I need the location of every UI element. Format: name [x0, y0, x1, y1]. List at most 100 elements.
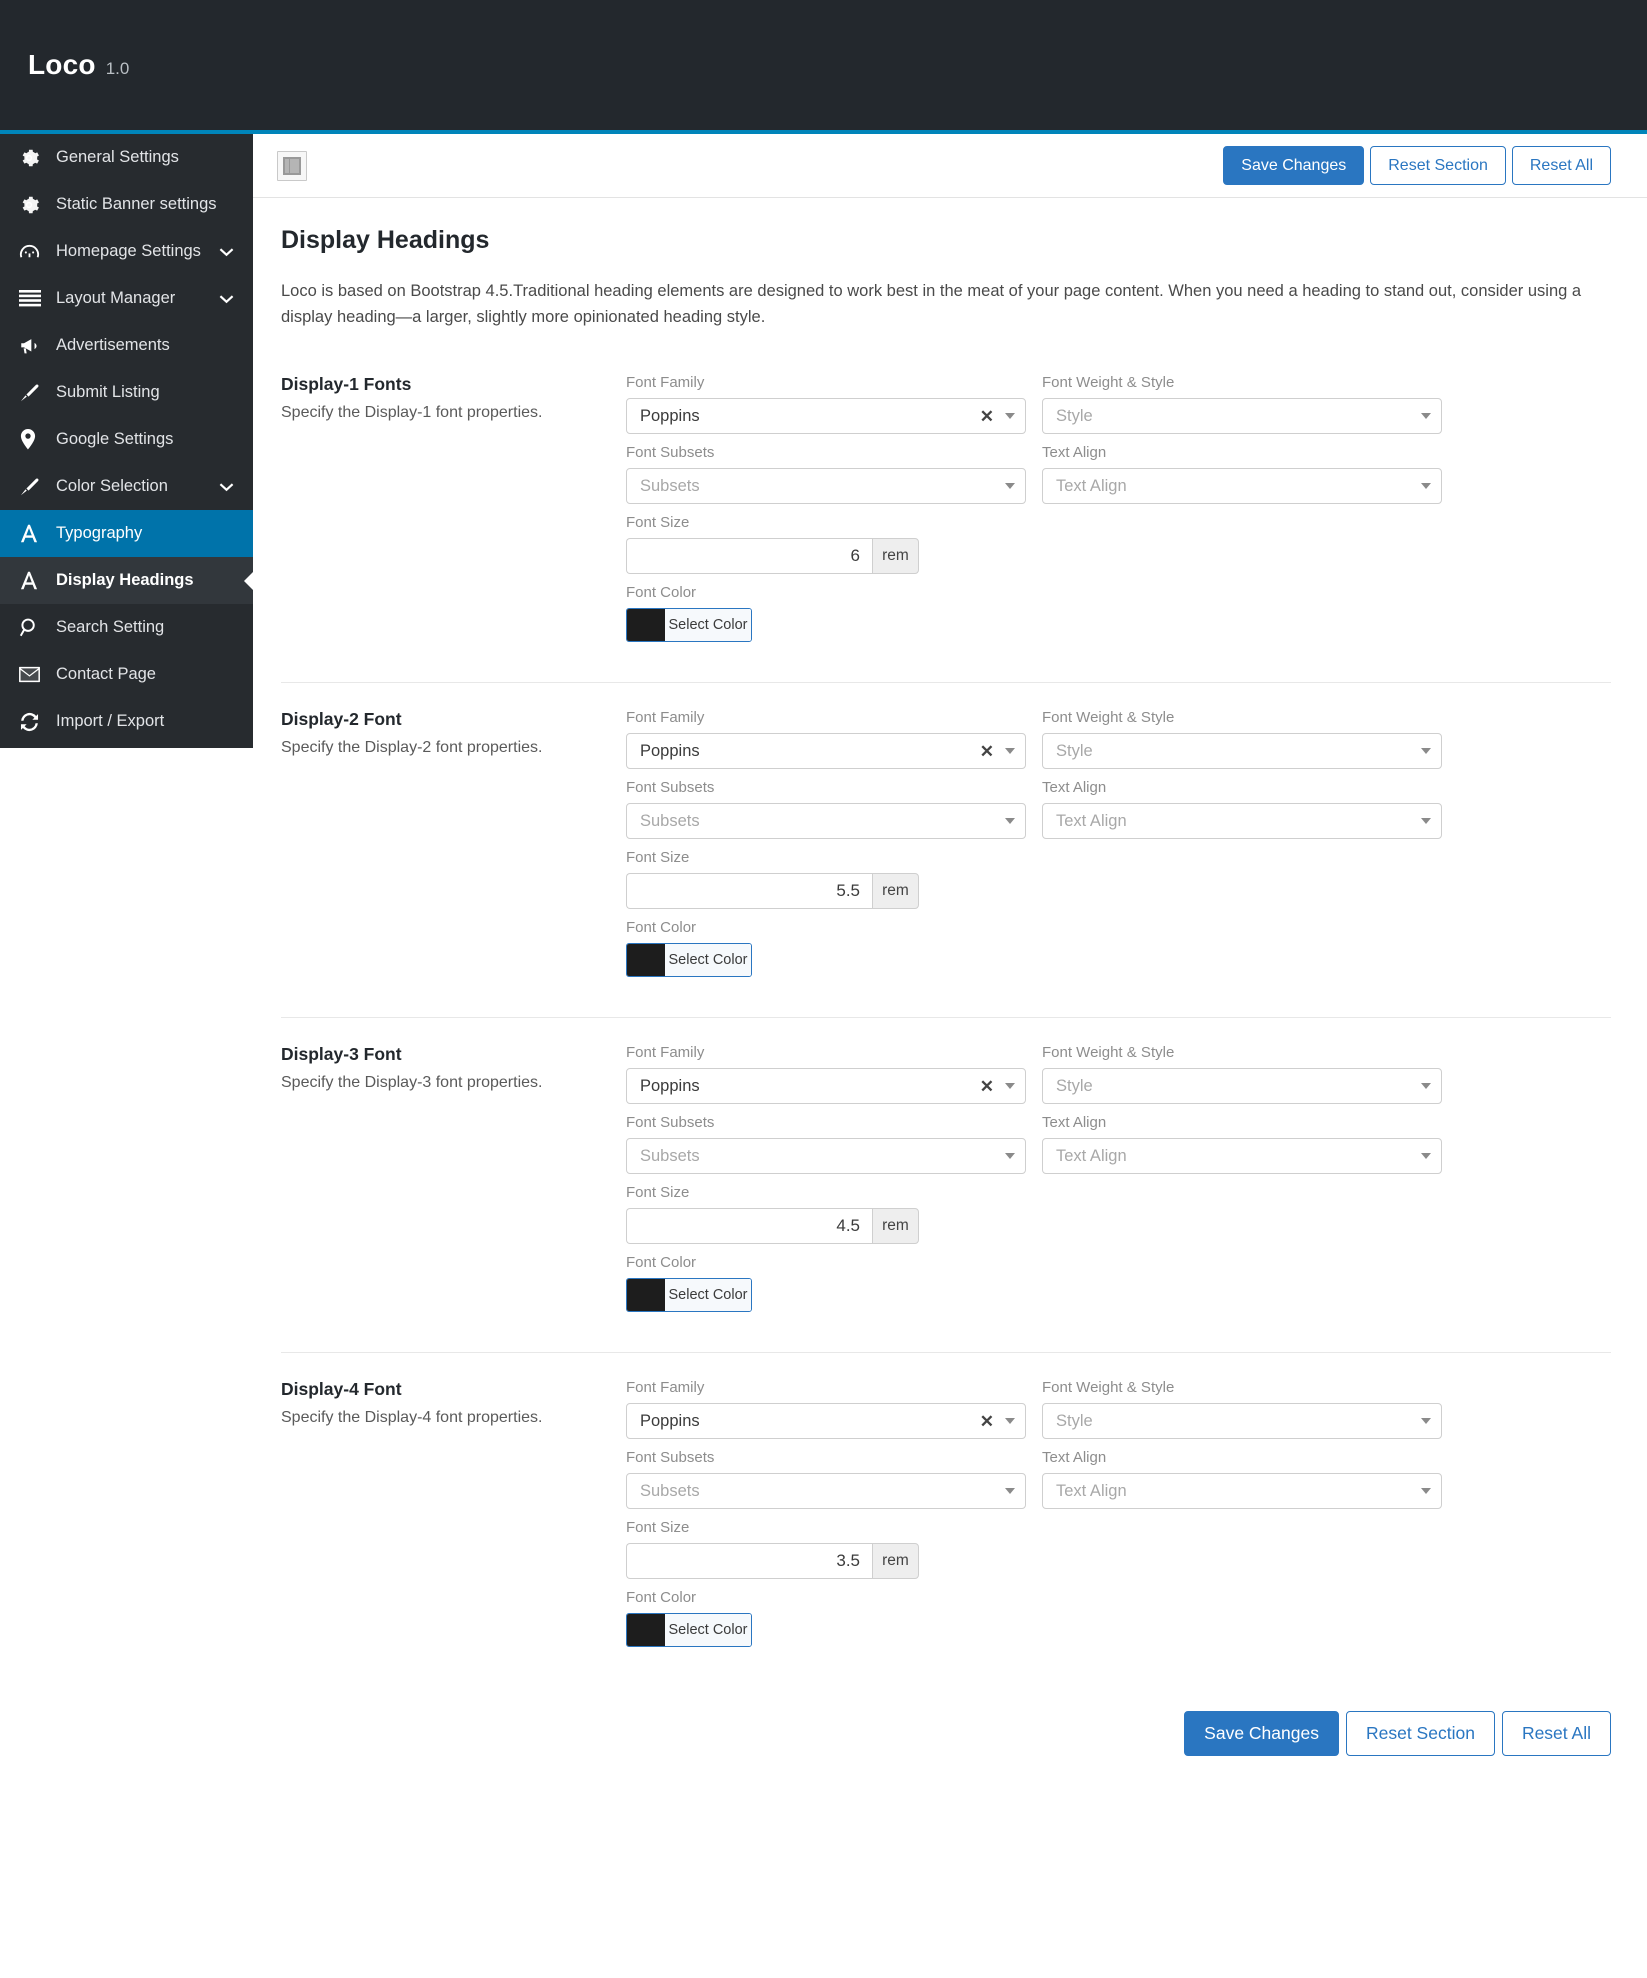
clear-selection-icon[interactable]: ✕: [980, 408, 994, 425]
toolbar-buttons-top: Save Changes Reset Section Reset All: [1223, 145, 1611, 186]
sidebar-item-layout-manager[interactable]: Layout Manager: [0, 275, 253, 322]
section-left-column: Font Family Poppins ✕ Font Subsets Subsets Fo…: [626, 374, 1026, 652]
font-weight-style-label: Font Weight & Style: [1042, 1044, 1175, 1062]
chevron-down-icon: [1005, 413, 1015, 420]
font-color-field: Font Color Select Color: [626, 584, 1026, 643]
refresh-icon: [18, 711, 56, 733]
sidebar-item-color-selection[interactable]: Color Selection: [0, 463, 253, 510]
font-color-label: Font Color: [626, 584, 697, 602]
font-weight-style-select[interactable]: Style: [1042, 1403, 1442, 1440]
settings-section: Display-2 Font Specify the Display-2 font…: [281, 682, 1611, 1017]
font-family-label: Font Family: [626, 1379, 705, 1397]
sidebar-item-search-setting[interactable]: Search Setting: [0, 604, 253, 651]
section-title: Display-1 Fonts: [281, 374, 412, 395]
section-fields: Font Family Poppins ✕ Font Subsets Subsets Fo…: [626, 709, 1611, 987]
font-family-select-value: Poppins: [640, 406, 700, 425]
sidebar-item-google-settings[interactable]: Google Settings: [0, 416, 253, 463]
color-swatch[interactable]: [627, 609, 665, 642]
text-align-select[interactable]: Text Align: [1042, 1138, 1442, 1175]
font-color-picker[interactable]: Select Color: [626, 943, 752, 978]
select-color-button[interactable]: Select Color: [665, 1614, 751, 1647]
select-color-button[interactable]: Select Color: [665, 609, 751, 642]
font-subsets-select[interactable]: Subsets: [626, 803, 1026, 840]
sidebar-item-label: Advertisements: [56, 336, 170, 354]
font-size-label: Font Size: [626, 1184, 690, 1202]
sidebar-item-static-banner-settings[interactable]: Static Banner settings: [0, 181, 253, 228]
clear-selection-icon[interactable]: ✕: [980, 1413, 994, 1430]
font-subsets-select-value: Subsets: [640, 1481, 700, 1500]
font-size-label: Font Size: [626, 849, 690, 867]
text-align-field: Text Align Text Align: [1042, 779, 1442, 840]
color-swatch[interactable]: [627, 944, 665, 977]
font-size-field: Font Size rem: [626, 849, 1026, 910]
font-weight-style-select[interactable]: Style: [1042, 733, 1442, 770]
text-align-select[interactable]: Text Align: [1042, 803, 1442, 840]
sidebar-item-import-export[interactable]: Import / Export: [0, 698, 253, 745]
save-changes-button-bottom[interactable]: Save Changes: [1184, 1711, 1339, 1757]
font-family-select[interactable]: Poppins ✕: [626, 733, 1026, 770]
font-color-label: Font Color: [626, 919, 697, 937]
sidebar-item-submit-listing[interactable]: Submit Listing: [0, 369, 253, 416]
chevron-down-icon: [1421, 483, 1431, 490]
text-align-select[interactable]: Text Align: [1042, 468, 1442, 505]
font-weight-style-select[interactable]: Style: [1042, 398, 1442, 435]
font-size-field: Font Size rem: [626, 1184, 1026, 1245]
save-changes-button-top[interactable]: Save Changes: [1223, 145, 1365, 186]
font-family-select[interactable]: Poppins ✕: [626, 1403, 1026, 1440]
font-size-input[interactable]: [626, 1208, 872, 1245]
chevron-down-icon[interactable]: [217, 247, 235, 257]
color-swatch[interactable]: [627, 1279, 665, 1312]
sidebar-item-homepage-settings[interactable]: Homepage Settings: [0, 228, 253, 275]
font-subsets-select[interactable]: Subsets: [626, 1138, 1026, 1175]
brand-version: 1.0: [105, 59, 130, 78]
clear-selection-icon[interactable]: ✕: [980, 743, 994, 760]
reset-all-button-bottom[interactable]: Reset All: [1501, 1711, 1611, 1757]
reset-section-button-top[interactable]: Reset Section: [1370, 145, 1506, 186]
section-right-column: Font Weight & Style Style Text Align Text A…: [1042, 709, 1442, 987]
font-family-field: Font Family Poppins ✕: [626, 709, 1026, 770]
select-color-button[interactable]: Select Color: [665, 944, 751, 977]
gear-icon: [18, 194, 56, 216]
font-subsets-select[interactable]: Subsets: [626, 1473, 1026, 1510]
chevron-down-icon: [1421, 1153, 1431, 1160]
font-family-select[interactable]: Poppins ✕: [626, 1068, 1026, 1105]
sidebar-item-advertisements[interactable]: Advertisements: [0, 322, 253, 369]
text-align-select-value: Text Align: [1056, 811, 1127, 830]
chevron-down-icon[interactable]: [217, 294, 235, 304]
font-color-picker[interactable]: Select Color: [626, 1613, 752, 1648]
settings-section: Display-3 Font Specify the Display-3 font…: [281, 1017, 1611, 1352]
color-swatch[interactable]: [627, 1614, 665, 1647]
sidebar-item-display-headings[interactable]: Display Headings: [0, 557, 253, 604]
font-family-select[interactable]: Poppins ✕: [626, 398, 1026, 435]
sidebar-item-typography[interactable]: Typography: [0, 510, 253, 557]
font-size-unit: rem: [872, 1208, 919, 1245]
toolbar-buttons-bottom: Save Changes Reset Section Reset All: [253, 1687, 1647, 1782]
font-subsets-select[interactable]: Subsets: [626, 468, 1026, 505]
reset-all-button-top[interactable]: Reset All: [1511, 145, 1611, 186]
font-size-input[interactable]: [626, 538, 872, 575]
main-panel: Display Headings Loco is based on Bootst…: [253, 198, 1647, 1687]
font-color-picker[interactable]: Select Color: [626, 608, 752, 643]
text-align-field: Text Align Text Align: [1042, 444, 1442, 505]
sidebar-item-label: Submit Listing: [56, 383, 160, 401]
font-family-field: Font Family Poppins ✕: [626, 374, 1026, 435]
brush-icon: [18, 382, 56, 404]
font-size-input[interactable]: [626, 1543, 872, 1580]
chevron-down-icon[interactable]: [217, 482, 235, 492]
font-color-picker[interactable]: Select Color: [626, 1278, 752, 1313]
sidebar-item-general-settings[interactable]: General Settings: [0, 134, 253, 181]
select-color-button[interactable]: Select Color: [665, 1279, 751, 1312]
layout-panel-glyph: [283, 156, 301, 175]
text-align-select[interactable]: Text Align: [1042, 1473, 1442, 1510]
font-weight-style-label: Font Weight & Style: [1042, 374, 1175, 392]
font-weight-style-select[interactable]: Style: [1042, 1068, 1442, 1105]
reset-section-button-bottom[interactable]: Reset Section: [1345, 1711, 1495, 1757]
font-size-unit: rem: [872, 538, 919, 575]
sidebar-item-contact-page[interactable]: Contact Page: [0, 651, 253, 698]
font-size-input[interactable]: [626, 873, 872, 910]
section-right-column: Font Weight & Style Style Text Align Text A…: [1042, 1379, 1442, 1657]
layout-panel-icon[interactable]: [277, 150, 307, 181]
clear-selection-icon[interactable]: ✕: [980, 1078, 994, 1095]
section-info: Display-4 Font Specify the Display-4 font…: [281, 1379, 626, 1657]
section-fields: Font Family Poppins ✕ Font Subsets Subsets Fo…: [626, 1379, 1611, 1657]
